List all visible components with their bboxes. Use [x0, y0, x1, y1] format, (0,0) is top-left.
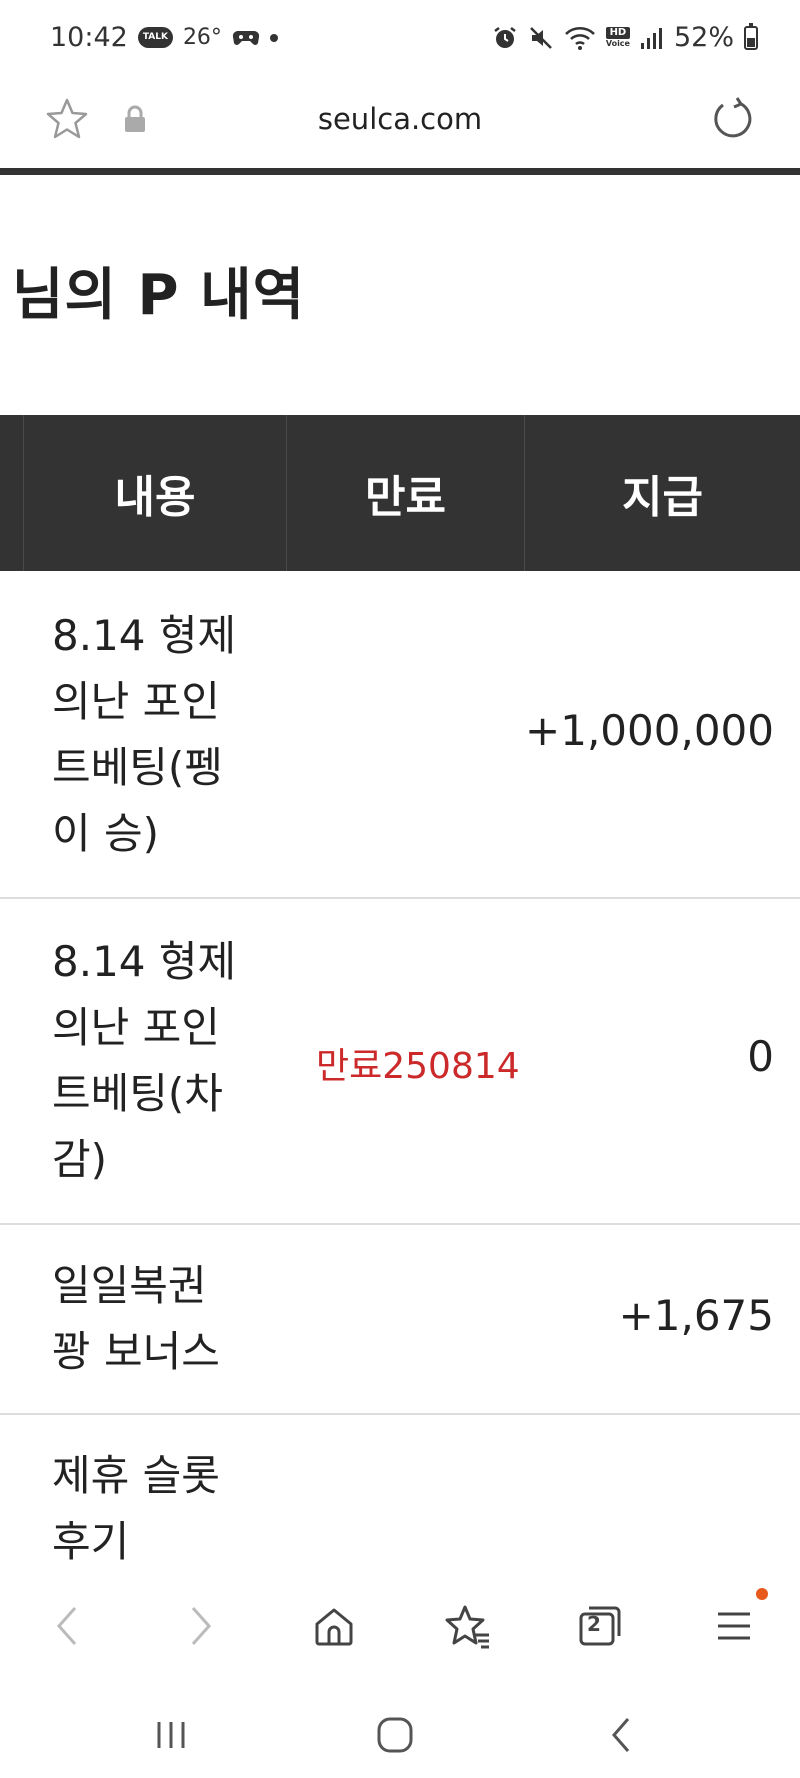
url-bar-divider	[0, 168, 800, 175]
column-header-content: 내용	[24, 415, 287, 571]
forward-button[interactable]	[174, 1598, 230, 1654]
menu-icon	[718, 1612, 750, 1640]
page-title: 님의 P 내역	[12, 263, 306, 328]
browser-bottom-nav: 2	[0, 1568, 800, 1692]
row-amount: +1,675	[618, 1291, 774, 1340]
back-button[interactable]	[38, 1598, 94, 1654]
more-notifications-dot	[269, 33, 278, 42]
reload-icon[interactable]	[710, 96, 756, 142]
kakaotalk-icon: TALK	[137, 27, 173, 48]
table-header-edge	[0, 415, 24, 571]
table-row: 8.14 형제의난 포인트베팅(차감) 만료250814 0	[0, 897, 800, 1225]
table-row: 제휴 슬롯 후기	[0, 1413, 800, 1568]
chevron-right-icon	[191, 1607, 212, 1645]
row-content: 8.14 형제의난 포인트베팅(차감)	[52, 937, 237, 1184]
home-button[interactable]	[306, 1598, 362, 1654]
system-nav-bar	[0, 1692, 800, 1778]
column-header-pay: 지급	[622, 472, 703, 523]
bookmarks-button[interactable]	[440, 1598, 496, 1654]
bookmark-star-icon	[445, 1605, 489, 1649]
game-controller-icon	[232, 30, 260, 45]
status-time: 10:42	[50, 22, 128, 53]
signal-icon	[640, 27, 662, 49]
home-system-button[interactable]	[370, 1710, 420, 1760]
tabs-button[interactable]: 2	[572, 1598, 628, 1654]
battery-percent: 52%	[673, 22, 734, 53]
menu-button[interactable]	[706, 1588, 768, 1654]
row-amount: +1,000,000	[525, 706, 774, 755]
hd-label: HD	[605, 26, 630, 39]
browser-url-bar: seulca.com	[0, 80, 800, 168]
alarm-icon	[494, 26, 516, 48]
system-back-button[interactable]	[596, 1710, 646, 1760]
status-bar: 10:42 TALK 26° HD Voice 52%	[0, 0, 800, 80]
row-content: 제휴 슬롯 후기	[52, 1451, 220, 1566]
tabs-count: 2	[587, 1612, 601, 1636]
status-right: HD Voice 52%	[492, 22, 758, 53]
battery-icon	[744, 22, 758, 50]
row-content: 8.14 형제의난 포인트베팅(펭이 승)	[52, 611, 237, 858]
home-circle-icon	[377, 1717, 413, 1753]
hd-voice-icon: HD Voice	[605, 26, 630, 49]
column-header-expire: 만료	[287, 415, 525, 571]
weather-temperature: 26°	[182, 25, 222, 50]
status-left: 10:42 TALK 26°	[50, 22, 278, 53]
mute-icon	[529, 26, 552, 49]
voice-label: Voice	[605, 38, 630, 48]
recent-apps-icon	[157, 1722, 185, 1748]
wifi-icon	[564, 26, 595, 50]
menu-notification-dot	[756, 1588, 768, 1600]
home-icon	[315, 1608, 353, 1646]
table-row: 8.14 형제의난 포인트베팅(펭이 승) +1,000,000	[0, 571, 800, 899]
table-header: 내용 만료 지급	[0, 415, 800, 571]
url-text[interactable]: seulca.com	[0, 102, 800, 136]
table-row: 일일복권 꽝 보너스 +1,675	[0, 1223, 800, 1415]
chevron-left-icon	[56, 1607, 77, 1645]
back-arrow-icon	[612, 1718, 630, 1752]
recent-apps-button[interactable]	[146, 1710, 196, 1760]
row-amount: 0	[747, 1032, 774, 1081]
row-content: 일일복권 꽝 보너스	[52, 1261, 220, 1376]
row-expire: 만료250814	[316, 1046, 520, 1087]
